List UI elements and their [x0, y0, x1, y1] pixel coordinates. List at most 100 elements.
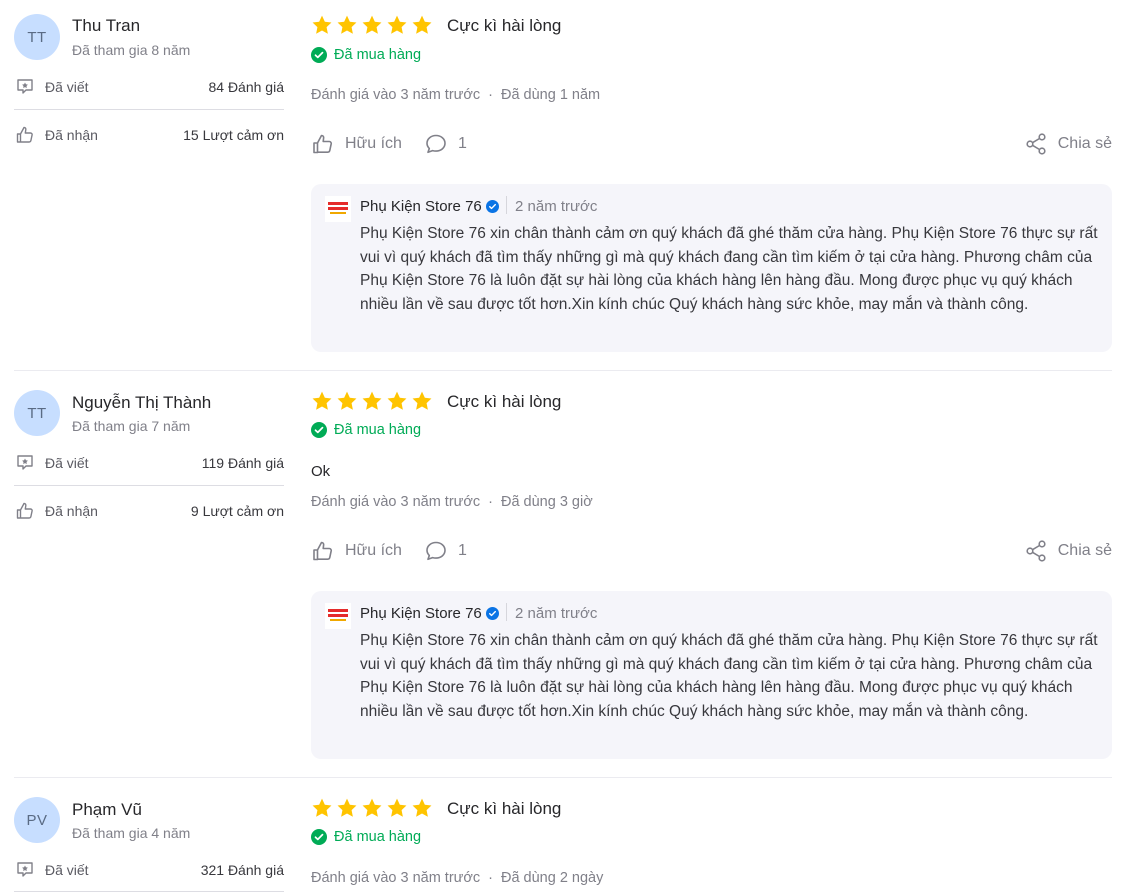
stat-received-label: Đã nhận	[45, 503, 98, 519]
stat-written-value: 84 Đánh giá	[208, 79, 284, 95]
reviewer-name: Phạm Vũ	[72, 800, 142, 819]
review-bubble-icon	[14, 76, 36, 98]
seller-reply: Phụ Kiện Store 76 2 năm trước Phụ Kiện S…	[311, 184, 1112, 352]
star-icon	[312, 15, 332, 34]
comment-count: 1	[457, 542, 467, 559]
purchased-badge: Đã mua hàng	[311, 47, 421, 63]
comment-button[interactable]: 1	[424, 132, 467, 156]
star-icon	[412, 15, 432, 34]
reviewed-at: Đánh giá vào 3 năm trước	[311, 494, 481, 510]
used-duration: Đã dùng 3 giờ	[500, 494, 593, 510]
star-icon	[337, 391, 357, 410]
thumbs-up-icon	[14, 124, 36, 146]
seller-reply: Phụ Kiện Store 76 2 năm trước Phụ Kiện S…	[311, 591, 1112, 759]
reviewer-name: Thu Tran	[72, 16, 141, 35]
star-icon	[337, 798, 357, 817]
review-title: Cực kì hài lòng	[447, 392, 562, 411]
stat-received-label: Đã nhận	[45, 127, 98, 143]
reviewed-at: Đánh giá vào 3 năm trước	[311, 87, 481, 103]
verified-badge-icon	[485, 607, 499, 620]
shop-logo	[325, 603, 351, 629]
check-circle-icon	[311, 829, 327, 845]
shop-name[interactable]: Phụ Kiện Store 76	[360, 605, 482, 622]
stat-written: Đã viết 119 Đánh giá	[14, 452, 284, 474]
stat-written-label: Đã viết	[45, 862, 89, 878]
purchased-label: Đã mua hàng	[334, 422, 422, 438]
check-circle-icon	[311, 422, 327, 438]
rating-stars	[311, 14, 433, 36]
divider	[14, 891, 284, 892]
star-icon	[312, 391, 332, 410]
stat-written-label: Đã viết	[45, 79, 89, 95]
share-icon	[1026, 133, 1046, 155]
avatar: TT	[14, 14, 60, 60]
thumbs-up-icon	[14, 500, 36, 522]
stat-received-value: 15 Lượt cảm ơn	[183, 127, 284, 143]
review-title: Cực kì hài lòng	[447, 16, 562, 35]
divider	[14, 485, 284, 486]
review-meta: Đánh giá vào 3 năm trước · Đã dùng 2 ngày	[311, 870, 604, 886]
purchased-badge: Đã mua hàng	[311, 829, 421, 845]
helpful-button[interactable]: Hữu ích	[311, 132, 402, 156]
helpful-label: Hữu ích	[345, 542, 402, 559]
divider	[506, 603, 507, 621]
purchased-badge: Đã mua hàng	[311, 422, 421, 438]
check-circle-icon	[311, 47, 327, 63]
review-title: Cực kì hài lòng	[447, 799, 562, 818]
shop-name-row: Phụ Kiện Store 76	[360, 198, 499, 215]
helpful-label: Hữu ích	[345, 135, 402, 152]
reply-time: 2 năm trước	[515, 605, 598, 622]
stat-written-label: Đã viết	[45, 455, 89, 471]
star-icon	[337, 15, 357, 34]
star-icon	[387, 391, 407, 410]
shop-name[interactable]: Phụ Kiện Store 76	[360, 198, 482, 215]
thumbs-up-icon	[313, 541, 333, 561]
reviewer-name: Nguyễn Thị Thành	[72, 393, 212, 412]
comment-bubble-icon	[426, 541, 446, 561]
used-duration: Đã dùng 2 ngày	[500, 870, 604, 886]
stat-written-value: 119 Đánh giá	[201, 455, 284, 471]
shop-logo	[325, 196, 351, 222]
star-icon	[362, 391, 382, 410]
star-icon	[362, 15, 382, 34]
used-duration: Đã dùng 1 năm	[500, 87, 601, 103]
review-card: TT Thu Tran Đã tham gia 8 năm Đã viết 84…	[0, 0, 1134, 370]
avatar: PV	[14, 797, 60, 843]
stat-written-value: 321 Đánh giá	[200, 862, 284, 878]
divider	[14, 109, 284, 110]
avatar: TT	[14, 390, 60, 436]
comment-button[interactable]: 1	[424, 539, 467, 563]
rating-stars	[311, 797, 433, 819]
stat-received: Đã nhận 15 Lượt cảm ơn	[14, 124, 284, 146]
stat-received-value: 9 Lượt cảm ơn	[190, 503, 284, 519]
share-button[interactable]: Chia sẻ	[1024, 132, 1112, 156]
star-icon	[312, 798, 332, 817]
thumbs-up-icon	[313, 134, 333, 154]
shop-name-row: Phụ Kiện Store 76	[360, 605, 499, 622]
review-bubble-icon	[14, 452, 36, 474]
review-meta: Đánh giá vào 3 năm trước · Đã dùng 1 năm	[311, 87, 601, 103]
review-card: PV Phạm Vũ Đã tham gia 4 năm Đã viết 321…	[0, 778, 1134, 894]
star-icon	[387, 15, 407, 34]
share-label: Chia sẻ	[1057, 135, 1112, 152]
helpful-button[interactable]: Hữu ích	[311, 539, 402, 563]
joined-duration: Đã tham gia 8 năm	[72, 42, 191, 58]
star-icon	[412, 798, 432, 817]
comment-bubble-icon	[426, 134, 446, 154]
stat-written: Đã viết 84 Đánh giá	[14, 76, 284, 98]
share-label: Chia sẻ	[1057, 542, 1112, 559]
star-icon	[387, 798, 407, 817]
stat-written: Đã viết 321 Đánh giá	[14, 859, 284, 881]
reply-text: Phụ Kiện Store 76 xin chân thành cảm ơn …	[360, 225, 1098, 313]
review-content: Ok	[311, 463, 331, 480]
share-button[interactable]: Chia sẻ	[1024, 539, 1112, 563]
reply-time: 2 năm trước	[515, 198, 598, 215]
joined-duration: Đã tham gia 4 năm	[72, 825, 191, 841]
stat-received: Đã nhận 9 Lượt cảm ơn	[14, 500, 284, 522]
star-icon	[412, 391, 432, 410]
purchased-label: Đã mua hàng	[334, 829, 422, 845]
verified-badge-icon	[485, 200, 499, 213]
star-icon	[362, 798, 382, 817]
review-meta: Đánh giá vào 3 năm trước · Đã dùng 3 giờ	[311, 494, 593, 510]
comment-count: 1	[457, 135, 467, 152]
